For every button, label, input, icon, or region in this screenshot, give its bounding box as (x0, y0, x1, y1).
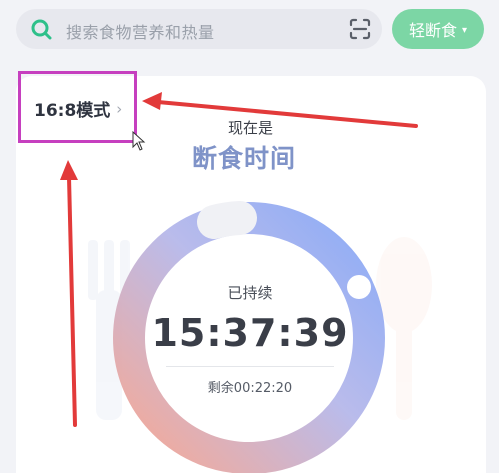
elapsed-label: 已持续 (227, 284, 273, 302)
chevron-right-icon: › (116, 99, 123, 118)
progress-knob (347, 275, 371, 299)
elapsed-timer: 15:37:39 (151, 311, 349, 355)
status-prefix: 现在是 (227, 119, 273, 137)
mouse-cursor-icon (132, 131, 146, 151)
timer-divider (166, 366, 334, 367)
status-title: 断食时间 (192, 144, 297, 173)
remaining-time: 剩余00:22:20 (207, 381, 293, 396)
